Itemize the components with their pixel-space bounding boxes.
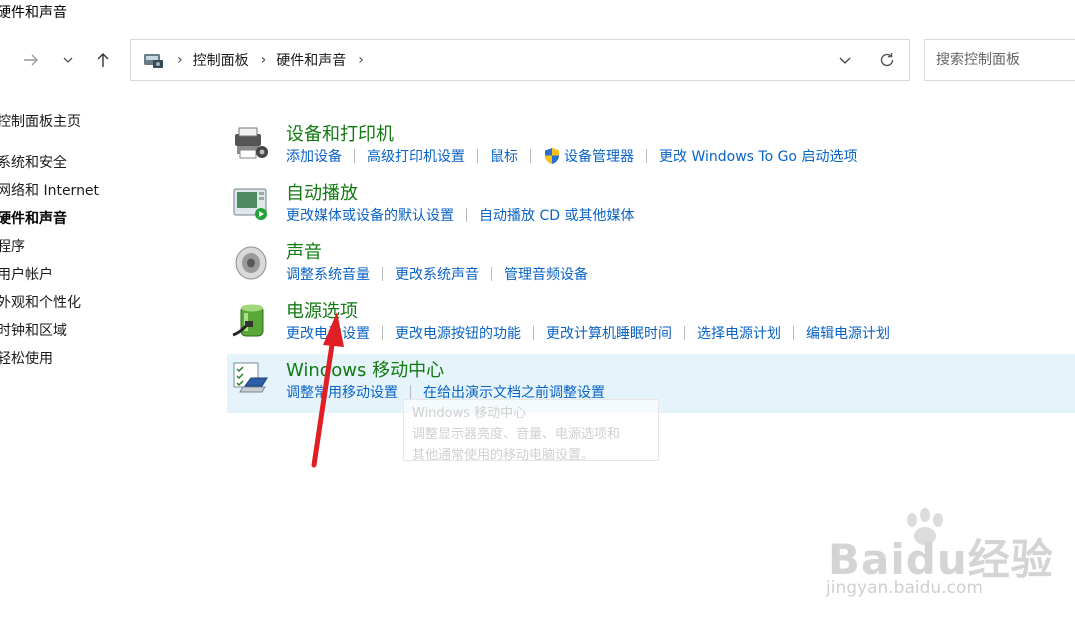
battery-plug-icon bbox=[232, 304, 264, 337]
uac-shield-icon bbox=[545, 148, 559, 164]
link-choose-power-plan[interactable]: 选择电源计划 bbox=[697, 323, 781, 343]
forward-button[interactable] bbox=[17, 46, 45, 74]
link-adjust-mobility-settings[interactable]: 调整常用移动设置 bbox=[286, 382, 398, 402]
category-sound: 声音 调整系统音量 更改系统声音 管理音频设备 bbox=[227, 236, 1075, 295]
control-panel-icon bbox=[144, 54, 163, 68]
tooltip-line: 调整显示器亮度、音量、电源选项和 bbox=[412, 427, 621, 442]
link-separator bbox=[684, 326, 685, 340]
watermark-url: jingyan.baidu.com bbox=[826, 578, 983, 598]
category-devices-printers: 设备和打印机 添加设备 高级打印机设置 鼠标 设备管理器 更改 Windows … bbox=[227, 118, 1075, 177]
category-power-options: 电源选项 更改电池设置 更改电源按钮的功能 更改计算机睡眠时间 选择电源计划 编… bbox=[227, 295, 1075, 354]
link-separator bbox=[533, 326, 534, 340]
sidebar-item-programs[interactable]: 程序 bbox=[0, 237, 99, 265]
link-separator bbox=[354, 149, 355, 163]
mobility-center-icon bbox=[233, 362, 268, 393]
link-add-device[interactable]: 添加设备 bbox=[286, 146, 342, 166]
search-box[interactable] bbox=[924, 39, 1075, 81]
breadcrumb-separator: › bbox=[177, 52, 183, 68]
link-windows-to-go[interactable]: 更改 Windows To Go 启动选项 bbox=[659, 146, 857, 166]
category-title[interactable]: 自动播放 bbox=[286, 179, 358, 205]
sidebar-item-hardware-sound[interactable]: 硬件和声音 bbox=[0, 209, 99, 237]
autoplay-icon bbox=[233, 188, 267, 220]
link-separator bbox=[477, 149, 478, 163]
address-dropdown-button[interactable] bbox=[825, 53, 865, 67]
tooltip-line: 其他通常使用的移动电脑设置。 bbox=[412, 448, 595, 463]
breadcrumb-separator[interactable]: › bbox=[261, 52, 267, 68]
link-device-manager[interactable]: 设备管理器 bbox=[564, 146, 634, 166]
link-separator bbox=[466, 208, 467, 222]
refresh-button[interactable] bbox=[865, 51, 909, 69]
link-change-default-media[interactable]: 更改媒体或设备的默认设置 bbox=[286, 205, 454, 225]
link-separator bbox=[793, 326, 794, 340]
hover-tooltip: Windows 移动中心 调整显示器亮度、音量、电源选项和 其他通常使用的移动电… bbox=[403, 399, 659, 463]
link-change-system-sounds[interactable]: 更改系统声音 bbox=[395, 264, 479, 284]
category-title[interactable]: Windows 移动中心 bbox=[286, 356, 444, 382]
category-title[interactable]: 电源选项 bbox=[286, 297, 358, 323]
sidebar: 控制面板主页 系统和安全 网络和 Internet 硬件和声音 程序 用户帐户 … bbox=[0, 112, 99, 377]
link-autoplay-cd[interactable]: 自动播放 CD 或其他媒体 bbox=[479, 205, 634, 225]
arrow-up-icon bbox=[97, 53, 109, 67]
breadcrumb-hardware-sound[interactable]: 硬件和声音 bbox=[276, 50, 346, 70]
up-button[interactable] bbox=[89, 46, 117, 74]
category-autoplay: 自动播放 更改媒体或设备的默认设置 自动播放 CD 或其他媒体 bbox=[227, 177, 1075, 236]
link-adjust-volume[interactable]: 调整系统音量 bbox=[286, 264, 370, 284]
breadcrumb-control-panel[interactable]: 控制面板 bbox=[193, 50, 249, 70]
search-input[interactable] bbox=[934, 51, 1075, 69]
link-power-button-function[interactable]: 更改电源按钮的功能 bbox=[395, 323, 521, 343]
link-mouse[interactable]: 鼠标 bbox=[490, 146, 518, 166]
printer-icon bbox=[235, 127, 268, 159]
link-device-manager-wrap[interactable]: 设备管理器 bbox=[543, 146, 634, 166]
recent-locations-button[interactable] bbox=[54, 46, 82, 74]
link-manage-audio-devices[interactable]: 管理音频设备 bbox=[504, 264, 588, 284]
sidebar-item-user-accounts[interactable]: 用户帐户 bbox=[0, 265, 99, 293]
category-list: 设备和打印机 添加设备 高级打印机设置 鼠标 设备管理器 更改 Windows … bbox=[227, 118, 1075, 413]
link-separator bbox=[382, 326, 383, 340]
link-change-battery-settings[interactable]: 更改电池设置 bbox=[286, 323, 370, 343]
sidebar-item-system-security[interactable]: 系统和安全 bbox=[0, 153, 99, 181]
link-advanced-printer-setup[interactable]: 高级打印机设置 bbox=[367, 146, 465, 166]
sidebar-item-ease-of-access[interactable]: 轻松使用 bbox=[0, 349, 99, 377]
sidebar-item-clock-region[interactable]: 时钟和区域 bbox=[0, 321, 99, 349]
baidu-watermark: Baidu经验 jingyan.baidu.com bbox=[820, 508, 1060, 608]
address-bar[interactable]: › 控制面板 › 硬件和声音 › bbox=[130, 39, 910, 81]
link-separator bbox=[410, 385, 411, 399]
window-title: 硬件和声音 bbox=[0, 5, 67, 21]
chevron-down-icon bbox=[63, 57, 73, 63]
category-links: 更改电池设置 更改电源按钮的功能 更改计算机睡眠时间 选择电源计划 编辑电源计划 bbox=[286, 323, 890, 343]
category-title[interactable]: 声音 bbox=[286, 238, 322, 264]
link-sleep-time[interactable]: 更改计算机睡眠时间 bbox=[546, 323, 672, 343]
sidebar-item-appearance[interactable]: 外观和个性化 bbox=[0, 293, 99, 321]
link-edit-power-plan[interactable]: 编辑电源计划 bbox=[806, 323, 890, 343]
sidebar-item-network[interactable]: 网络和 Internet bbox=[0, 181, 99, 209]
link-separator bbox=[530, 149, 531, 163]
sidebar-item-home[interactable]: 控制面板主页 bbox=[0, 112, 99, 140]
category-title[interactable]: 设备和打印机 bbox=[286, 120, 394, 146]
chevron-down-icon bbox=[839, 57, 851, 64]
link-separator bbox=[491, 267, 492, 281]
category-links: 调整系统音量 更改系统声音 管理音频设备 bbox=[286, 264, 588, 284]
link-separator bbox=[646, 149, 647, 163]
arrow-right-icon bbox=[24, 54, 38, 66]
category-links: 更改媒体或设备的默认设置 自动播放 CD 或其他媒体 bbox=[286, 205, 634, 225]
tooltip-title: Windows 移动中心 bbox=[412, 406, 527, 421]
refresh-icon bbox=[880, 53, 894, 67]
link-separator bbox=[382, 267, 383, 281]
category-links: 添加设备 高级打印机设置 鼠标 设备管理器 更改 Windows To Go 启… bbox=[286, 146, 857, 166]
breadcrumb-separator[interactable]: › bbox=[358, 52, 364, 68]
speaker-icon bbox=[235, 246, 267, 280]
